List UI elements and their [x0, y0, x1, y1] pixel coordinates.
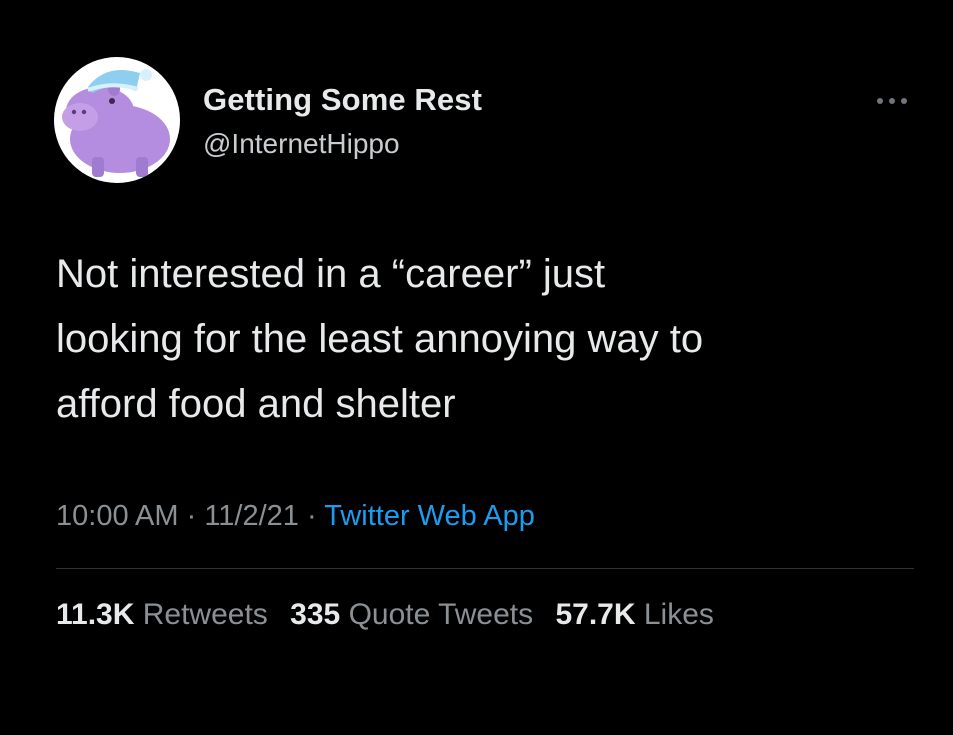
- meta-separator: ·: [307, 500, 317, 532]
- retweets-stat[interactable]: 11.3K Retweets: [56, 598, 268, 631]
- tweet-time[interactable]: 10:00 AM: [56, 500, 179, 532]
- display-name[interactable]: Getting Some Rest: [203, 82, 482, 118]
- retweets-count: 11.3K: [56, 598, 135, 631]
- user-handle[interactable]: @InternetHippo: [203, 128, 400, 160]
- retweets-label: Retweets: [142, 598, 268, 631]
- likes-label: Likes: [643, 598, 714, 631]
- quote-tweets-count: 335: [290, 598, 341, 631]
- tweet-source-link[interactable]: Twitter Web App: [324, 500, 535, 532]
- tweet-date[interactable]: 11/2/21: [204, 500, 299, 532]
- avatar[interactable]: [54, 57, 180, 183]
- tweet-text: Not interested in a “career” just lookin…: [56, 242, 916, 437]
- tweet-text-line: afford food and shelter: [56, 382, 456, 426]
- likes-stat[interactable]: 57.7K Likes: [555, 598, 713, 631]
- hippo-icon: [62, 69, 170, 177]
- tweet-card: Getting Some Rest @InternetHippo Not int…: [0, 0, 953, 735]
- tweet-metadata: 10:00 AM · 11/2/21 · Twitter Web App: [56, 500, 535, 533]
- likes-count: 57.7K: [555, 598, 636, 631]
- tweet-stats: 11.3K Retweets 335 Quote Tweets 57.7K Li…: [56, 598, 728, 632]
- more-options-icon[interactable]: [872, 94, 912, 108]
- tweet-text-line: looking for the least annoying way to: [56, 317, 704, 361]
- divider: [56, 568, 914, 569]
- quote-tweets-stat[interactable]: 335 Quote Tweets: [290, 598, 533, 631]
- meta-separator: ·: [186, 500, 197, 532]
- tweet-text-line: Not interested in a “career” just: [56, 252, 606, 296]
- quote-tweets-label: Quote Tweets: [348, 598, 534, 631]
